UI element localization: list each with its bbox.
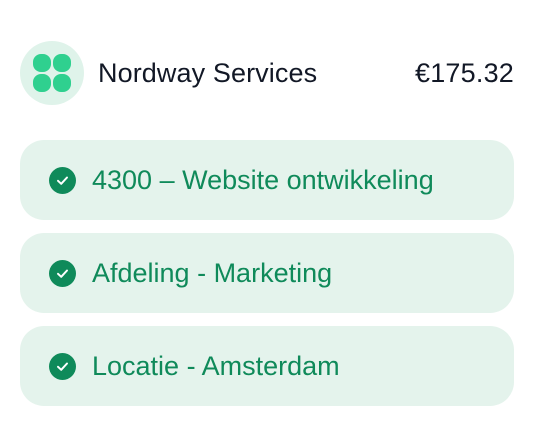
transaction-header: Nordway Services €175.32: [20, 41, 514, 105]
transaction-card: Nordway Services €175.32 4300 – Website …: [0, 0, 534, 426]
category-tag-label: 4300 – Website ontwikkeling: [92, 164, 434, 195]
category-tag-location[interactable]: Locatie - Amsterdam: [20, 326, 514, 406]
check-circle-icon: [49, 166, 76, 194]
category-tag-label: Locatie - Amsterdam: [92, 350, 340, 381]
category-tag-account[interactable]: 4300 – Website ontwikkeling: [20, 140, 514, 220]
vendor-name: Nordway Services: [98, 57, 318, 88]
vendor-logo: [20, 41, 84, 105]
clover-sparkle-icon: [33, 54, 71, 92]
category-tag-label: Afdeling - Marketing: [92, 257, 333, 288]
check-circle-icon: [49, 352, 76, 380]
check-circle-icon: [49, 259, 76, 287]
transaction-amount: €175.32: [415, 57, 514, 88]
category-tag-department[interactable]: Afdeling - Marketing: [20, 233, 514, 313]
